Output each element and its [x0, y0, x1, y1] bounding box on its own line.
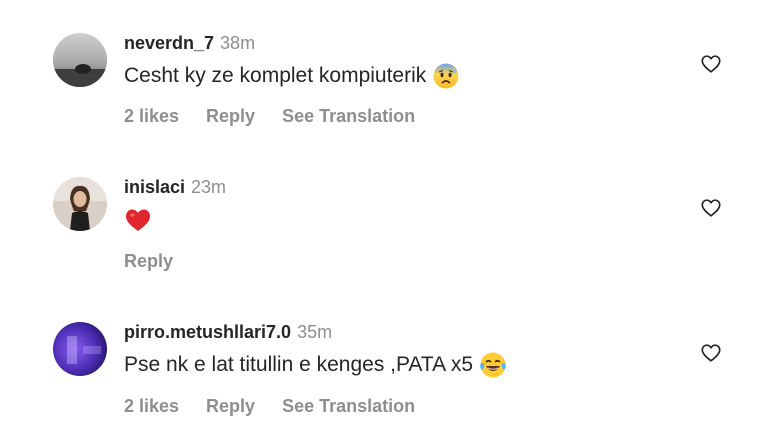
- reply-button[interactable]: Reply: [124, 251, 173, 271]
- comment-text: Cesht ky ze komplet kompiuterik: [124, 64, 427, 87]
- like-heart-icon[interactable]: [700, 53, 722, 75]
- avatar[interactable]: [53, 177, 107, 231]
- face-with-tears-of-joy-icon: [479, 351, 507, 379]
- comment-username[interactable]: neverdn_7: [124, 33, 214, 53]
- like-heart-icon[interactable]: [700, 197, 722, 219]
- reply-button[interactable]: Reply: [206, 106, 255, 126]
- comment-time: 38m: [220, 33, 256, 53]
- avatar[interactable]: [53, 33, 107, 87]
- anxious-face-with-sweat-icon: [432, 62, 460, 90]
- reply-button[interactable]: Reply: [206, 396, 255, 416]
- avatar-image: [53, 33, 107, 87]
- avatar[interactable]: [53, 322, 107, 376]
- avatar-image: [53, 177, 107, 231]
- avatar-image: [53, 322, 107, 376]
- comment-text: Pse nk e lat titullin e kenges ,PATA x5: [124, 353, 474, 376]
- likes-count[interactable]: 2 likes: [124, 396, 179, 416]
- likes-count[interactable]: 2 likes: [124, 106, 179, 126]
- see-translation-button[interactable]: See Translation: [282, 396, 415, 416]
- red-heart-icon: [124, 206, 152, 234]
- comment-time: 23m: [191, 177, 227, 197]
- comment-time: 35m: [297, 322, 333, 342]
- like-heart-icon[interactable]: [700, 342, 722, 364]
- comments-list: neverdn_7 38m Cesht ky ze komplet kompiut…: [0, 0, 764, 421]
- comment-username[interactable]: inislaci: [124, 177, 185, 197]
- comment-username[interactable]: pirro.metushllari7.0: [124, 322, 291, 342]
- see-translation-button[interactable]: See Translation: [282, 106, 415, 126]
